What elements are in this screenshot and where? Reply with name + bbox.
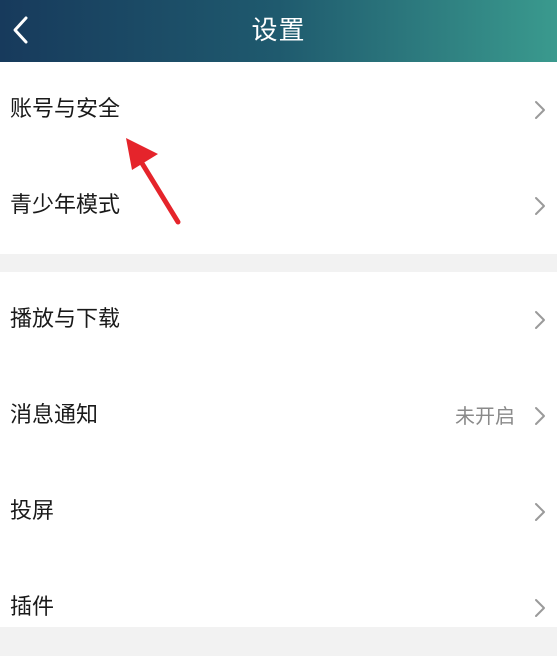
settings-item-teen-mode[interactable]: 青少年模式 bbox=[0, 158, 557, 254]
chevron-right-icon bbox=[535, 599, 545, 617]
settings-item-cast[interactable]: 投屏 bbox=[0, 464, 557, 560]
settings-item-label: 消息通知 bbox=[10, 403, 99, 428]
settings-item-label: 账号与安全 bbox=[10, 97, 121, 122]
settings-item-playback-download[interactable]: 播放与下载 bbox=[0, 272, 557, 368]
page-title: 设置 bbox=[251, 16, 306, 46]
settings-item-plugins[interactable]: 插件 bbox=[0, 560, 557, 656]
settings-item-label: 播放与下载 bbox=[10, 307, 121, 332]
settings-item-notifications[interactable]: 消息通知 未开启 bbox=[0, 368, 557, 464]
settings-item-label: 插件 bbox=[10, 595, 55, 620]
settings-group-account: 账号与安全 青少年模式 bbox=[0, 62, 557, 254]
chevron-right-icon bbox=[535, 197, 545, 215]
chevron-right-icon bbox=[535, 503, 545, 521]
chevron-right-icon bbox=[535, 311, 545, 329]
settings-group-general: 播放与下载 消息通知 未开启 投屏 插件 bbox=[0, 272, 557, 627]
settings-item-value: 未开启 bbox=[455, 404, 515, 428]
settings-item-account-security[interactable]: 账号与安全 bbox=[0, 62, 557, 158]
settings-item-label: 青少年模式 bbox=[10, 193, 121, 218]
chevron-right-icon bbox=[535, 407, 545, 425]
settings-item-label: 投屏 bbox=[10, 499, 55, 524]
top-bar: 设置 bbox=[0, 0, 557, 62]
chevron-right-icon bbox=[535, 101, 545, 119]
